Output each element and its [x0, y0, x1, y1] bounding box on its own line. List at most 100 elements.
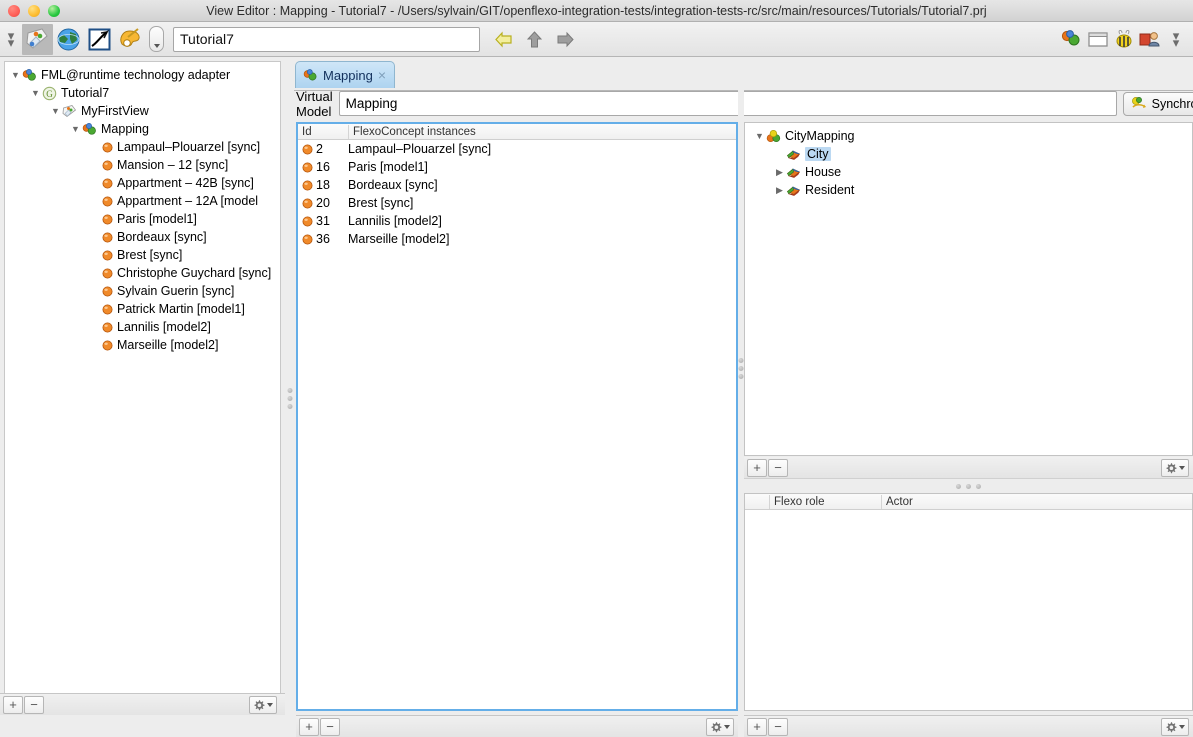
virtual-model-tree-item[interactable]: ▼ CityMapping [745, 127, 1192, 145]
left-tree-item[interactable]: ▼ Mapping [5, 120, 280, 138]
view-editor-icon[interactable] [22, 23, 53, 55]
close-window-button[interactable] [8, 4, 20, 17]
left-tree-item[interactable]: Paris [model1] [5, 210, 280, 228]
left-tree-item-label: Lannilis [model2] [117, 320, 211, 334]
palette-icon[interactable] [115, 24, 146, 55]
tab-close-icon[interactable]: × [378, 67, 386, 83]
left-splitter[interactable] [285, 58, 294, 715]
virtual-model-tree-item[interactable]: City [745, 145, 1192, 163]
right-horizontal-splitter[interactable] [744, 479, 1193, 493]
instance-icon [102, 268, 113, 279]
flexo-role-actor-table[interactable]: Flexo role Actor [744, 493, 1193, 711]
center-col-instances[interactable]: FlexoConcept instances [348, 124, 736, 139]
flexo-concept-instances-table[interactable]: Id FlexoConcept instances 2 Lampaul–Ploua… [296, 122, 738, 711]
right-tree-settings-button[interactable] [1161, 459, 1189, 477]
virtual-model-tree[interactable]: ▼ CityMapping City ▶ House ▶ Resident [744, 122, 1193, 456]
project-browser-tree[interactable]: ▼ FML@runtime technology adapter ▼ G Tutoria… [4, 61, 281, 695]
instance-icon [102, 142, 113, 153]
back-arrow-icon[interactable] [494, 30, 513, 48]
table-row[interactable]: 31 Lannilis [model2] [298, 212, 736, 230]
instance-icon [102, 142, 113, 152]
window-titlebar: View Editor : Mapping - Tutorial7 - /Use… [0, 0, 1193, 22]
virtual-model-input[interactable]: Mapping [338, 91, 1117, 116]
left-tree-item[interactable]: ▼ FML@runtime technology adapter [5, 66, 280, 84]
left-tree-item-label: MyFirstView [81, 104, 149, 118]
diagram-icon[interactable] [84, 24, 115, 55]
up-arrow-icon[interactable] [527, 30, 542, 48]
right-col-actor[interactable]: Actor [881, 494, 1192, 509]
left-remove-button[interactable]: − [24, 695, 44, 714]
main-toolbar: ▾ ▾ Tutorial7 ▾ ▾ [0, 22, 1193, 57]
left-tree-item[interactable]: Appartment – 42B [sync] [5, 174, 280, 192]
expand-twisty-icon[interactable]: ▼ [9, 70, 22, 80]
path-input[interactable]: Tutorial7 [173, 26, 480, 52]
expand-twisty-icon[interactable]: ▶ [773, 167, 786, 178]
gear-icon [1166, 463, 1177, 474]
left-tree-item[interactable]: Sylvain Guerin [sync] [5, 282, 280, 300]
perspective-dropdown-button[interactable] [149, 26, 164, 52]
center-right-splitter-grip[interactable] [738, 358, 744, 379]
forward-arrow-icon[interactable] [556, 31, 575, 48]
project-icon: G [42, 86, 57, 101]
left-tree-item[interactable]: ▼ MyFirstView [5, 102, 280, 120]
user-perspective-icon[interactable] [1139, 28, 1161, 50]
center-settings-button[interactable] [706, 718, 734, 736]
right-tree-remove-button[interactable]: − [768, 458, 788, 477]
maximize-window-button[interactable] [48, 4, 60, 17]
left-settings-button[interactable] [249, 696, 277, 714]
gear-caret-icon [724, 725, 730, 729]
left-tree-item-label: Appartment – 42B [sync] [117, 176, 254, 190]
tab-mapping[interactable]: Mapping × [295, 61, 396, 88]
table-cell-instance-name: Lampaul–Plouarzel [sync] [348, 142, 492, 156]
expand-twisty-icon[interactable]: ▼ [753, 131, 766, 141]
left-tree-item[interactable]: Bordeaux [sync] [5, 228, 280, 246]
left-tree-item[interactable]: Brest [sync] [5, 246, 280, 264]
toolbar-chevrons-down-icon[interactable]: ▾ ▾ [1165, 29, 1187, 49]
left-add-button[interactable]: + [3, 695, 23, 714]
bee-perspective-icon[interactable] [1113, 28, 1135, 50]
center-remove-button[interactable]: − [320, 717, 340, 736]
view-icon [62, 104, 77, 117]
chevrons-down-icon[interactable]: ▾ ▾ [0, 29, 22, 49]
browser-panel: ▼ FML@runtime technology adapter ▼ G Tutoria… [0, 58, 285, 715]
synchronize-button[interactable]: Synchronize... [1122, 91, 1193, 116]
left-tree-item[interactable]: Lannilis [model2] [5, 318, 280, 336]
table-row[interactable]: 16 Paris [model1] [298, 158, 736, 176]
mapping-perspective-icon[interactable] [1061, 28, 1083, 50]
virtual-model-tree-item[interactable]: ▶ Resident [745, 181, 1192, 199]
right-add-button[interactable]: + [747, 717, 767, 736]
table-row[interactable]: 18 Bordeaux [sync] [298, 176, 736, 194]
table-row[interactable]: 2 Lampaul–Plouarzel [sync] [298, 140, 736, 158]
expand-twisty-icon[interactable]: ▶ [773, 185, 786, 196]
left-tree-item[interactable]: ▼ G Tutorial7 [5, 84, 280, 102]
left-tree-item[interactable]: Christophe Guychard [sync] [5, 264, 280, 282]
expand-twisty-icon[interactable]: ▼ [29, 88, 42, 98]
tab-mapping-label: Mapping [323, 67, 373, 83]
minimize-window-button[interactable] [28, 4, 40, 17]
table-cell-id: 20 [316, 196, 330, 210]
table-row[interactable]: 20 Brest [sync] [298, 194, 736, 212]
view-icon [62, 104, 77, 119]
center-add-button[interactable]: + [299, 717, 319, 736]
right-tree-add-button[interactable]: + [747, 458, 767, 477]
instance-icon [302, 144, 312, 154]
left-tree-item[interactable]: Appartment – 12A [model [5, 192, 280, 210]
expand-twisty-icon[interactable]: ▼ [69, 124, 82, 134]
left-tree-item[interactable]: Mansion – 12 [sync] [5, 156, 280, 174]
left-tree-item[interactable]: Patrick Martin [model1] [5, 300, 280, 318]
right-settings-button[interactable] [1161, 718, 1189, 736]
globe-icon[interactable] [53, 24, 84, 55]
mapping-icon [82, 122, 97, 137]
window-controls[interactable] [0, 4, 60, 17]
right-remove-button[interactable]: − [768, 717, 788, 736]
window-perspective-icon[interactable] [1087, 28, 1109, 50]
expand-twisty-icon[interactable]: ▼ [49, 106, 62, 116]
left-splitter-grip[interactable] [287, 388, 292, 409]
center-col-id[interactable]: Id [298, 125, 348, 139]
left-tree-item[interactable]: Lampaul–Plouarzel [sync] [5, 138, 280, 156]
virtual-model-tree-item[interactable]: ▶ House [745, 163, 1192, 181]
table-row[interactable]: 36 Marseille [model2] [298, 230, 736, 248]
perspective-toolbar: ▾ ▾ [1061, 28, 1187, 50]
left-tree-item[interactable]: Marseille [model2] [5, 336, 280, 354]
right-col-flexo-role[interactable]: Flexo role [769, 494, 881, 509]
